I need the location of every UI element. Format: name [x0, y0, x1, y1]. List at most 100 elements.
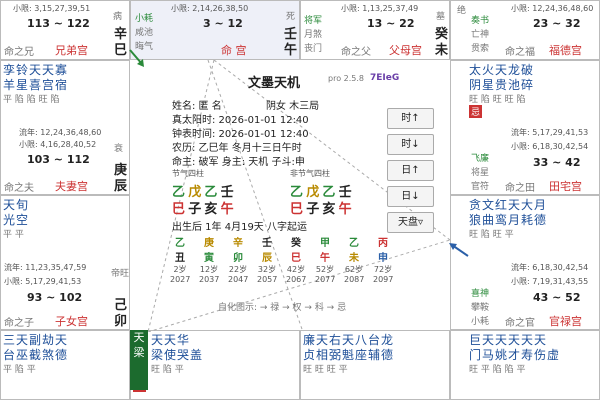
xiaoxian: 小限: 1,13,25,37,49 — [341, 4, 419, 13]
hour-up-button[interactable]: 时↑ — [387, 108, 434, 129]
liunian: 流年: 11,23,35,47,59 — [4, 263, 87, 272]
day-down-button[interactable]: 日↓ — [387, 186, 434, 207]
pillars-1b: 巳 子 亥 午 — [172, 198, 234, 217]
palace-name: 夫妻宫 — [55, 180, 88, 193]
stage: 帝旺 — [111, 269, 130, 279]
xiaoxian: 小限: 7,19,31,43,55 — [511, 277, 589, 286]
palace-you[interactable]: 太火天龙破 阴星贵池碎 旺 陷 旺 旺 陷 忌 流年: 5,17,29,41,5… — [450, 60, 600, 195]
star-state: 平 陷 陷 旺 陷 — [3, 95, 60, 105]
god-1: 小耗 — [135, 14, 154, 24]
liunian: 流年: 6,18,30,42,54 — [511, 263, 589, 272]
pillar-zhi: 亥 — [322, 202, 336, 217]
age-range: 93 ~ 102 — [27, 291, 83, 304]
pillars-2b: 巳 子 亥 午 — [290, 198, 352, 217]
xiaoxian: 小限: 2,14,26,38,50 — [171, 4, 249, 13]
relation: 命之夫 — [4, 183, 34, 194]
stars-row2: 光空 — [3, 213, 30, 227]
palace-wu[interactable]: 小限: 2,14,26,38,50 3 ~ 12 小耗 咸池 晦气 死 壬 午 … — [130, 0, 300, 60]
palace-shen[interactable]: 小限: 12,24,36,48,60 23 ~ 32 绝 奏书 亡神 贯索 命之… — [450, 0, 600, 60]
age-range: 33 ~ 42 — [533, 156, 581, 169]
stage: 病 — [113, 12, 123, 22]
star-state: 旺 陷 平 — [151, 365, 184, 375]
fei-jieqi-label: 非节气四柱 — [290, 169, 330, 178]
palace-name: 官禄宫 — [549, 315, 582, 328]
stage: 死 — [286, 12, 296, 22]
palace-name: 田宅宫 — [549, 180, 582, 193]
palace-yin[interactable]: 三天副劫天 台巫截煞德 平 陷 平 — [0, 330, 130, 400]
dayun-list: 乙丑 2岁 2027 庚寅 12岁 2037 辛卯 22岁 2047 壬辰 32岁 2057 癸… — [170, 234, 393, 284]
palace-name: 福德宫 — [549, 44, 582, 57]
god-3: 官符 — [471, 182, 490, 192]
palace-name: 父母宫 — [389, 44, 422, 57]
pillar-zhi: 子 — [188, 202, 202, 217]
app-title: 文墨天机 — [248, 76, 301, 91]
palace-name: 兄弟宫 — [55, 44, 88, 57]
pillar-zhi: 午 — [338, 202, 352, 217]
master-info: 命主: 破军 身主: 天机 子斗:申 — [172, 157, 305, 168]
dayun-item: 辛卯 22岁 2047 — [228, 238, 249, 284]
liunian: 流年: 12,24,36,48,60 — [19, 128, 102, 137]
solar-time: 真太阳时: 2026-01-01 12:40 — [172, 115, 309, 126]
day-up-button[interactable]: 日↑ — [387, 160, 434, 181]
born-info: 出生后 1年 4月19天 八字起运 — [172, 222, 307, 233]
god-1: 喜神 — [471, 289, 490, 299]
dayun-item: 庚寅 12岁 2037 — [199, 238, 220, 284]
liunian: 流年: 5,17,29,41,53 — [511, 128, 589, 137]
star-state: 旺 陷 旺 旺 陷 — [469, 95, 526, 105]
god-2: 将星 — [471, 168, 490, 178]
palace-mao[interactable]: 天旬 光空 平 平 流年: 11,23,35,47,59 小限: 5,17,29… — [0, 195, 130, 330]
palace-zi[interactable]: 廉天右天八台龙 贞相弼魁座辅德 旺 旺 旺 平 — [300, 330, 450, 400]
xiaoxian: 小限: 4,16,28,40,52 — [19, 140, 97, 149]
tianpan-dropdown[interactable]: 天盘▿ — [387, 212, 434, 233]
relation: 命之田 — [505, 183, 535, 194]
god-1: 将军 — [304, 16, 323, 26]
pillar-zhi: 亥 — [204, 202, 218, 217]
palace-chou[interactable]: 天天华 梁使哭盖 旺 陷 平 权 — [130, 330, 300, 400]
stars-row2: 台巫截煞德 — [3, 348, 69, 362]
stars-row2: 贞相弼魁座辅德 — [303, 348, 395, 362]
relation: 命之兄 — [4, 47, 34, 58]
palace-chen[interactable]: 孪铃天天寡 羊星喜宫宿 平 陷 陷 旺 陷 流年: 12,24,36,48,60… — [0, 60, 130, 195]
god-3: 贯索 — [471, 44, 490, 54]
name-field: 姓名: 匿 名 — [172, 101, 222, 112]
tianliang-highlight: 天梁 — [130, 330, 148, 390]
branch: 辰 — [114, 179, 128, 194]
lunar-date: 农历: 乙巳年 冬月十三日午时 — [172, 143, 302, 154]
gender-field: 阴女 木三局 — [266, 101, 320, 112]
stars-row2: 狼曲鸾月耗德 — [469, 213, 548, 227]
palace-si[interactable]: 小限: 3,15,27,39,51 113 ~ 122 病 辛 巳 命之兄 兄弟… — [0, 0, 130, 60]
age-range: 43 ~ 52 — [533, 291, 581, 304]
stars-row2: 梁使哭盖 — [151, 348, 204, 362]
dayun-item: 癸巳 42岁 2067 — [286, 238, 307, 284]
pillar-zhi: 子 — [306, 202, 320, 217]
branch: 巳 — [114, 43, 128, 58]
star-state: 平 陷 平 — [3, 365, 36, 375]
palace-name: 命 宫 — [221, 44, 247, 57]
xiaoxian: 小限: 5,17,29,41,53 — [4, 277, 82, 286]
relation: 命之子 — [4, 318, 34, 329]
palace-xu[interactable]: 贪文红天大月 狼曲鸾月耗德 旺 陷 旺 平 流年: 6,18,30,42,54 … — [450, 195, 600, 330]
pillar-zhi: 午 — [220, 202, 234, 217]
palace-hai[interactable]: 巨天天天天天 门马姚才寿伤虚 旺 平 陷 陷 平 — [450, 330, 600, 400]
app-version: pro 2.5.8 — [328, 74, 364, 83]
god-2: 亡神 — [471, 30, 490, 40]
xiaoxian: 小限: 6,18,30,42,54 — [511, 142, 589, 151]
arrow-icon — [449, 243, 469, 257]
self-transform-legend: 自化图示: → 禄 → 权 → 科 → 忌 — [218, 303, 347, 313]
pillar-zhi: 巳 — [290, 202, 304, 217]
branch: 未 — [435, 43, 449, 58]
xiaoxian: 小限: 3,15,27,39,51 — [13, 4, 91, 13]
age-range: 103 ~ 112 — [27, 153, 90, 166]
hour-down-button[interactable]: 时↓ — [387, 134, 434, 155]
god-3: 丧门 — [304, 44, 323, 54]
branch: 卯 — [114, 314, 128, 329]
star-state: 旺 陷 旺 平 — [469, 230, 514, 240]
dayun-item: 乙未 62岁 2087 — [344, 238, 365, 284]
dayun-item: 乙丑 2岁 2027 — [170, 238, 191, 284]
age-range: 23 ~ 32 — [533, 17, 581, 30]
palace-wei[interactable]: 小限: 1,13,25,37,49 13 ~ 22 将军 月煞 丧门 墓 癸 未… — [300, 0, 450, 60]
god-1: 飞廉 — [471, 154, 490, 164]
relation: 命之父 — [341, 47, 371, 58]
relation: 命之官 — [505, 318, 535, 329]
dayun-item: 壬辰 32岁 2057 — [257, 238, 278, 284]
